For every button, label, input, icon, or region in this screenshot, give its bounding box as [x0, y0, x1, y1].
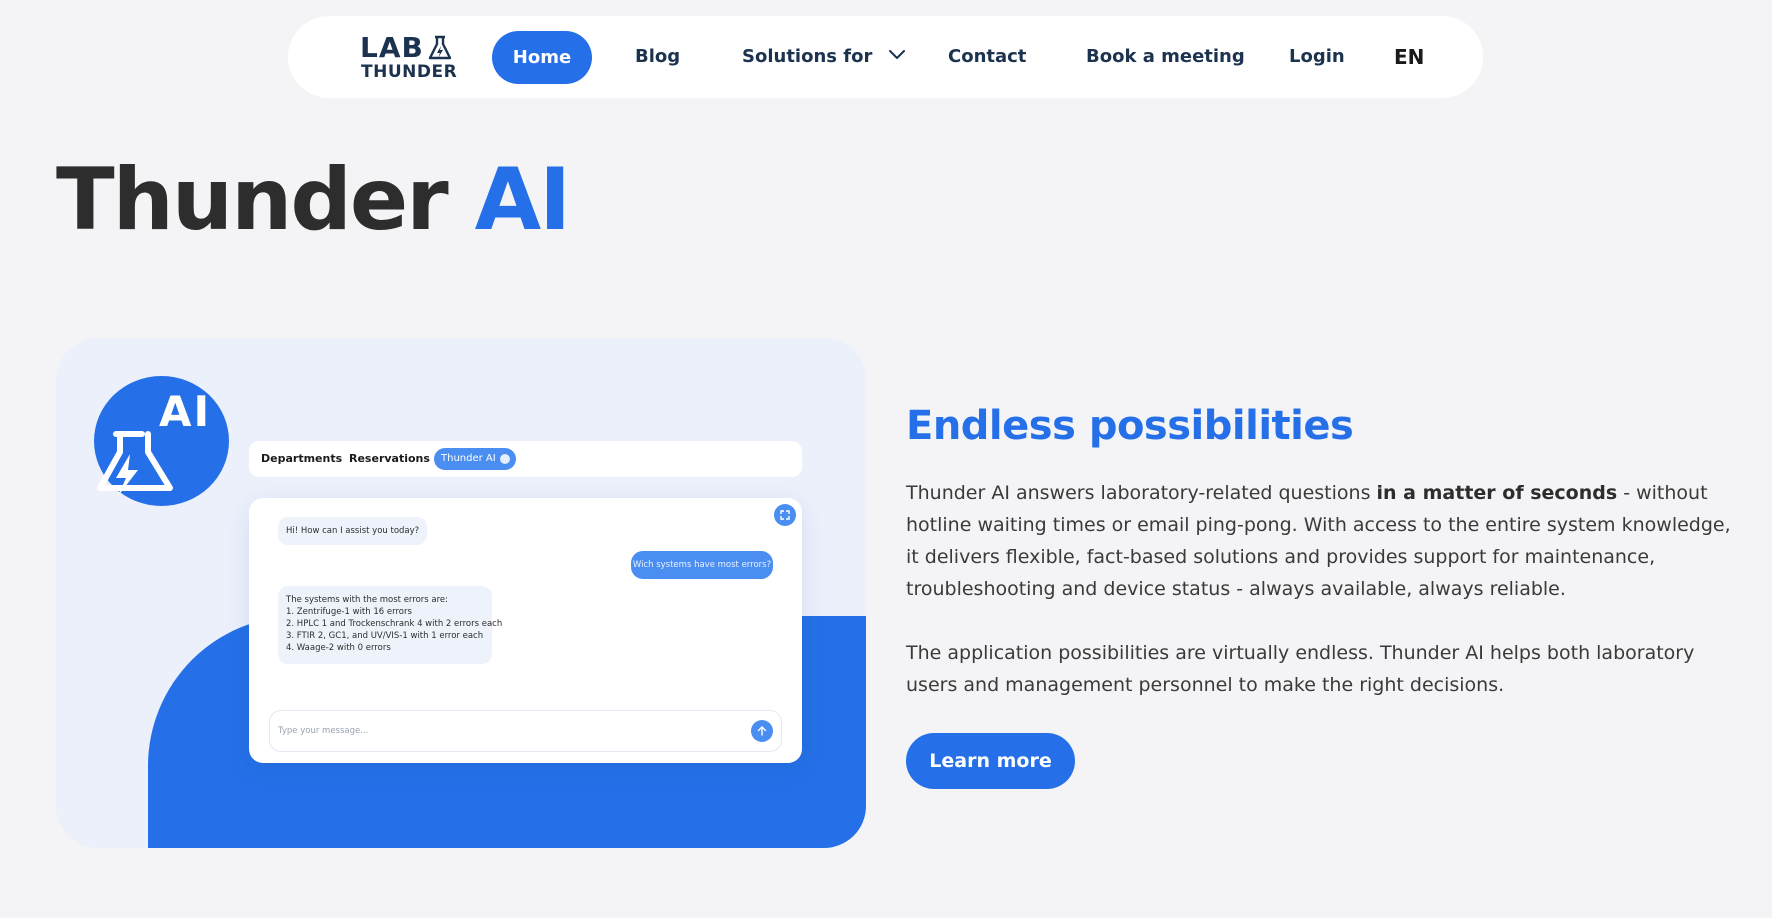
chat-message-user: Wich systems have most errors? [631, 551, 773, 579]
page-title-main: Thunder [56, 150, 449, 250]
logo-text-top: LAB [360, 31, 424, 64]
p1-text-start: Thunder AI answers laboratory-related qu… [906, 482, 1377, 504]
nav-solutions-dropdown[interactable]: Solutions for [742, 41, 905, 73]
chevron-down-icon [888, 50, 905, 59]
nav-solutions-label: Solutions for [742, 46, 873, 67]
lab-thunder-logo[interactable]: LAB THUNDER [360, 31, 458, 82]
tab-thunder-ai[interactable]: Thunder AI [434, 448, 516, 470]
arrow-up-icon [757, 726, 767, 736]
page-title-accent: AI [474, 150, 572, 250]
answer-line: 1. Zentrifuge-1 with 16 errors [286, 607, 412, 617]
language-switch[interactable]: EN [1394, 41, 1424, 73]
answer-line: 4. Waage-2 with 0 errors [286, 643, 391, 653]
learn-more-button[interactable]: Learn more [906, 733, 1075, 789]
chat-message-bot-answer: The systems with the most errors are: 1.… [278, 586, 503, 664]
expand-icon [780, 510, 790, 520]
section-paragraph-2: The application possibilities are virtua… [906, 642, 1695, 696]
ai-sparkle-icon [500, 454, 510, 464]
chat-input-box [269, 710, 782, 752]
top-navigation: LAB THUNDER Home Blog Solutions for Cont… [288, 16, 1483, 98]
illustration-panel: AI Departments Reservations Thunder AI H… [56, 338, 866, 848]
nav-book-meeting-link[interactable]: Book a meeting [1086, 41, 1245, 73]
tab-departments[interactable]: Departments [261, 441, 342, 477]
page-title: Thunder AI [56, 150, 572, 250]
nav-contact-link[interactable]: Contact [948, 41, 1026, 73]
nav-blog-link[interactable]: Blog [635, 41, 680, 73]
tab-reservations[interactable]: Reservations [349, 441, 430, 477]
answer-line: 2. HPLC 1 and Trockenschrank 4 with 2 er… [286, 619, 503, 629]
flask-bolt-icon [428, 35, 452, 60]
chat-message-input[interactable] [278, 721, 738, 741]
answer-line: The systems with the most errors are: [286, 595, 449, 605]
answer-line: 3. FTIR 2, GC1, and UV/VIS-1 with 1 erro… [286, 631, 484, 641]
section-title: Endless possibilities [906, 403, 1354, 449]
logo-text-bottom: THUNDER [361, 62, 458, 82]
nav-login-link[interactable]: Login [1289, 41, 1345, 73]
chat-message-bot: Hi! How can I assist you today? [278, 517, 428, 545]
app-tab-bar: Departments Reservations Thunder AI [249, 441, 802, 477]
expand-button[interactable] [774, 504, 796, 526]
section-paragraph-1: Thunder AI answers laboratory-related qu… [906, 477, 1736, 605]
send-button[interactable] [751, 720, 773, 742]
ai-badge: AI [94, 376, 229, 506]
chat-window: Hi! How can I assist you today? Wich sys… [249, 498, 802, 763]
ai-badge-label: AI [159, 387, 212, 436]
nav-home-button[interactable]: Home [492, 31, 592, 84]
p1-text-bold: in a matter of seconds [1376, 482, 1618, 504]
tab-thunder-ai-label: Thunder AI [441, 453, 496, 464]
